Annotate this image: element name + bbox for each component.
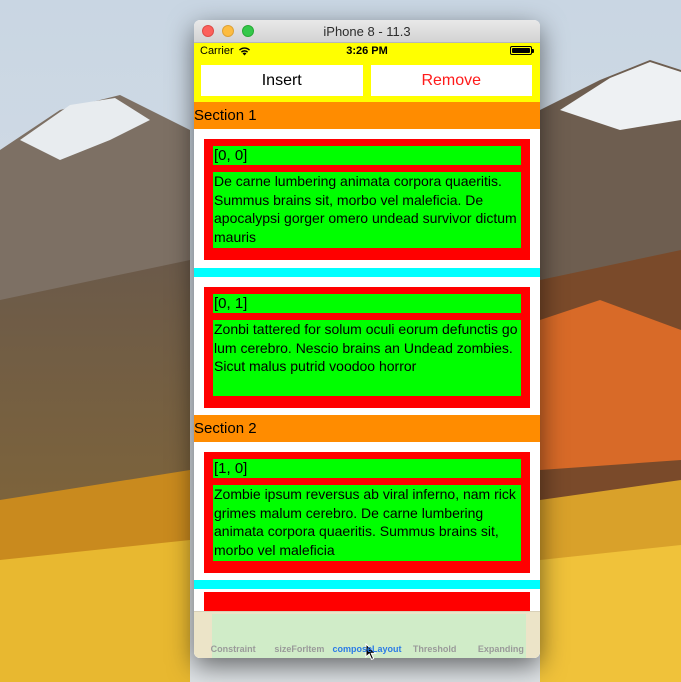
tab-expanding[interactable]: Expanding [468, 644, 534, 654]
window-titlebar[interactable]: iPhone 8 - 11.3 [194, 20, 540, 43]
status-bar: Carrier 3:26 PM [194, 43, 540, 59]
tab-compose-layout[interactable]: composeLayout [333, 644, 402, 654]
cell-card: [1, 0] Zombie ipsum reversus ab viral in… [204, 452, 530, 573]
collection-view[interactable]: Section 1 [0, 0] De carne lumbering anim… [194, 102, 540, 612]
simulator-window: iPhone 8 - 11.3 Carrier 3:26 PM Insert R… [194, 20, 540, 658]
device-screen: Carrier 3:26 PM Insert Remove Section 1 … [194, 43, 540, 658]
list-item[interactable]: [0, 1] Zonbi tattered for solum oculi eo… [194, 277, 540, 415]
cell-body-text: De carne lumbering animata corpora quaer… [213, 172, 521, 248]
action-toolbar: Insert Remove [194, 59, 540, 102]
cell-index-label: [0, 0] [213, 146, 521, 165]
cell-index-label: [0, 1] [213, 294, 521, 313]
cell-card: [0, 0] De carne lumbering animata corpor… [204, 139, 530, 260]
window-title: iPhone 8 - 11.3 [323, 23, 411, 39]
cell-body-text: Zombie ipsum reversus ab viral inferno, … [213, 485, 521, 561]
minimize-button[interactable] [222, 25, 234, 37]
battery-icon [510, 46, 534, 55]
insert-button[interactable]: Insert [201, 65, 363, 96]
section-header: Section 2 [194, 415, 540, 442]
zoom-button[interactable] [242, 25, 254, 37]
tab-threshold[interactable]: Threshold [402, 644, 468, 654]
list-item[interactable]: [1, 0] Zombie ipsum reversus ab viral in… [194, 442, 540, 580]
cell-separator [194, 580, 540, 589]
cell-body-text: Zonbi tattered for solum oculi eorum def… [213, 320, 521, 396]
section-header: Section 1 [194, 102, 540, 129]
close-button[interactable] [202, 25, 214, 37]
remove-button[interactable]: Remove [370, 65, 532, 96]
status-time: 3:26 PM [346, 45, 388, 57]
window-controls [202, 25, 254, 37]
tab-size-for-item[interactable]: sizeForItem [266, 644, 332, 654]
tab-constraint[interactable]: Constraint [200, 644, 266, 654]
tab-bar: Constraint sizeForItem composeLayout Thr… [194, 611, 540, 658]
cell-card [204, 592, 530, 612]
cell-separator [194, 268, 540, 277]
cell-index-label: [1, 0] [213, 459, 521, 478]
cell-card: [0, 1] Zonbi tattered for solum oculi eo… [204, 287, 530, 408]
list-item[interactable]: [0, 0] De carne lumbering animata corpor… [194, 129, 540, 268]
list-item[interactable] [194, 589, 540, 612]
